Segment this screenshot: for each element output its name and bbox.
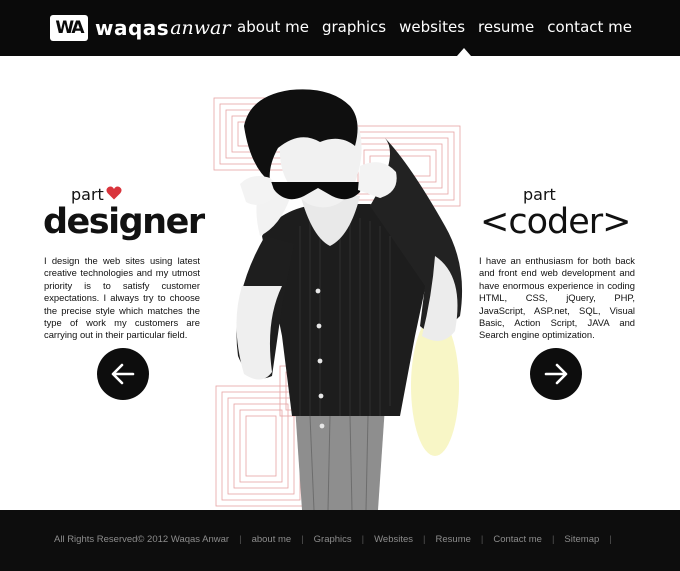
- footer-divider: |: [301, 534, 304, 545]
- footer-link-graphics[interactable]: Graphics: [314, 534, 352, 545]
- nav-resume[interactable]: resume: [478, 18, 534, 36]
- footer-links: All Rights Reserved© 2012 Waqas Anwar | …: [54, 534, 622, 545]
- footer-link-about-me[interactable]: about me: [252, 534, 292, 545]
- site-footer: All Rights Reserved© 2012 Waqas Anwar | …: [0, 510, 680, 571]
- site-logo[interactable]: WA waqas anwar: [50, 14, 230, 42]
- coder-description: I have an enthusiasm for both back and f…: [479, 255, 635, 341]
- arrow-right-icon: [544, 363, 568, 385]
- part-label: part: [523, 185, 556, 204]
- nav-graphics[interactable]: graphics: [322, 18, 386, 36]
- copyright-text: All Rights Reserved© 2012 Waqas Anwar: [54, 534, 230, 545]
- main-nav: about me graphics websites resume contac…: [237, 18, 680, 36]
- footer-link-resume[interactable]: Resume: [436, 534, 471, 545]
- footer-link-sitemap[interactable]: Sitemap: [564, 534, 599, 545]
- hero-section: part designer I design the web sites usi…: [0, 56, 680, 510]
- logo-first-name: waqas: [95, 16, 170, 40]
- nav-contact-me[interactable]: contact me: [547, 18, 632, 36]
- nav-websites[interactable]: websites: [399, 18, 465, 36]
- footer-link-contact-me[interactable]: Contact me: [493, 534, 542, 545]
- footer-divider: |: [361, 534, 365, 545]
- designer-title: designer: [43, 202, 205, 242]
- footer-link-websites[interactable]: Websites: [374, 534, 413, 545]
- logo-last-name: anwar: [170, 17, 231, 39]
- designer-panel: part designer I design the web sites usi…: [43, 185, 205, 342]
- previous-slide-button[interactable]: [97, 348, 149, 400]
- nav-about-me[interactable]: about me: [237, 18, 309, 36]
- footer-divider: |: [551, 534, 555, 545]
- coder-panel: part <coder> I have an enthusiasm for bo…: [479, 185, 635, 342]
- designer-description: I design the web sites using latest crea…: [44, 255, 200, 341]
- part-label: part: [71, 185, 104, 204]
- hero-figure-illustration: [213, 89, 463, 510]
- next-slide-button[interactable]: [530, 348, 582, 400]
- heart-icon: [106, 186, 122, 200]
- active-nav-indicator: [457, 48, 471, 56]
- footer-divider: |: [423, 534, 426, 545]
- arrow-left-icon: [111, 363, 135, 385]
- footer-divider: |: [239, 534, 242, 545]
- footer-divider: |: [609, 534, 612, 545]
- site-header: WA waqas anwar about me graphics website…: [0, 0, 680, 56]
- coder-title: <coder>: [480, 202, 631, 242]
- footer-divider: |: [480, 534, 484, 545]
- logo-mark: WA: [50, 15, 88, 41]
